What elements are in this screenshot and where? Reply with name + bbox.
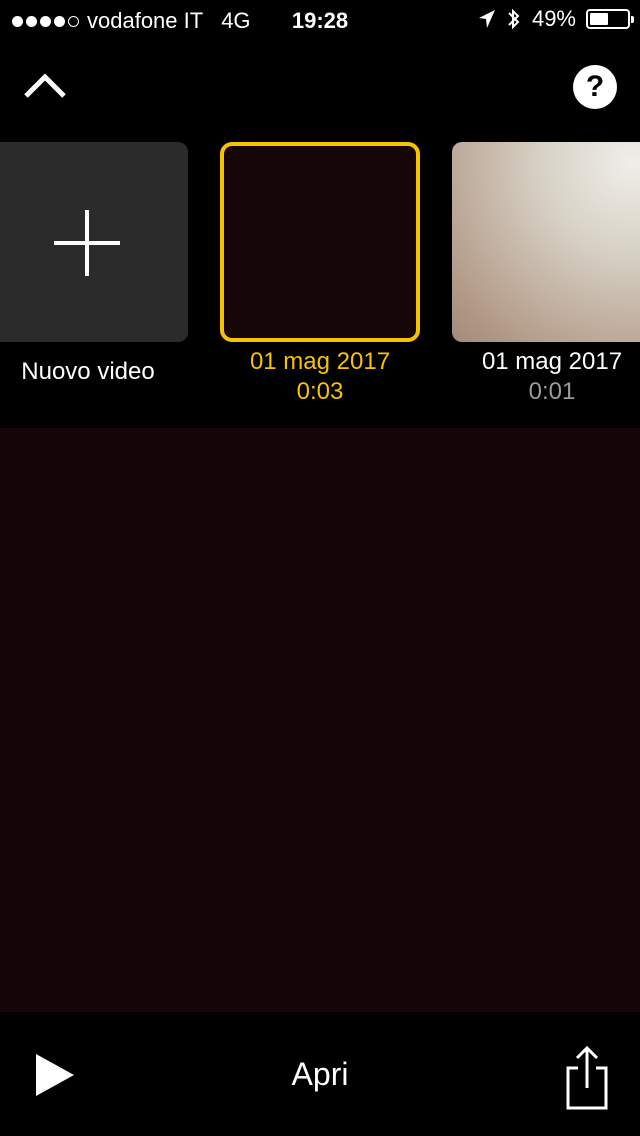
chevron-up-icon[interactable] bbox=[22, 68, 68, 104]
new-video-label: Nuovo video bbox=[21, 358, 155, 385]
help-button[interactable]: ? bbox=[573, 65, 617, 109]
video-thumbnail[interactable] bbox=[452, 142, 640, 342]
new-video-button[interactable] bbox=[0, 142, 188, 342]
video-info: 01 mag 2017 0:03 bbox=[220, 347, 420, 407]
video-preview[interactable] bbox=[0, 428, 640, 1012]
video-date: 01 mag 2017 bbox=[249, 348, 391, 375]
open-button[interactable]: Apri bbox=[0, 1056, 640, 1093]
video-info: 01 mag 2017 0:01 bbox=[452, 347, 640, 407]
battery-icon bbox=[586, 9, 634, 29]
location-icon bbox=[478, 10, 495, 28]
battery-percent: 49% bbox=[531, 6, 576, 31]
video-strip: Nuovo video 01 mag 2017 0:03 01 mag 2017… bbox=[0, 142, 640, 422]
bluetooth-icon bbox=[508, 8, 520, 30]
video-duration: 0:03 bbox=[296, 378, 344, 405]
battery-level bbox=[590, 13, 608, 25]
share-icon[interactable] bbox=[560, 1044, 612, 1112]
video-thumbnail-selected[interactable] bbox=[220, 142, 420, 342]
status-bar: vodafone IT 4G 19:28 49% bbox=[0, 0, 640, 40]
plus-icon bbox=[54, 210, 120, 276]
video-date: 01 mag 2017 bbox=[481, 348, 623, 375]
help-label: ? bbox=[585, 70, 605, 103]
video-duration: 0:01 bbox=[528, 378, 576, 405]
bottom-toolbar: Apri bbox=[0, 1012, 640, 1136]
